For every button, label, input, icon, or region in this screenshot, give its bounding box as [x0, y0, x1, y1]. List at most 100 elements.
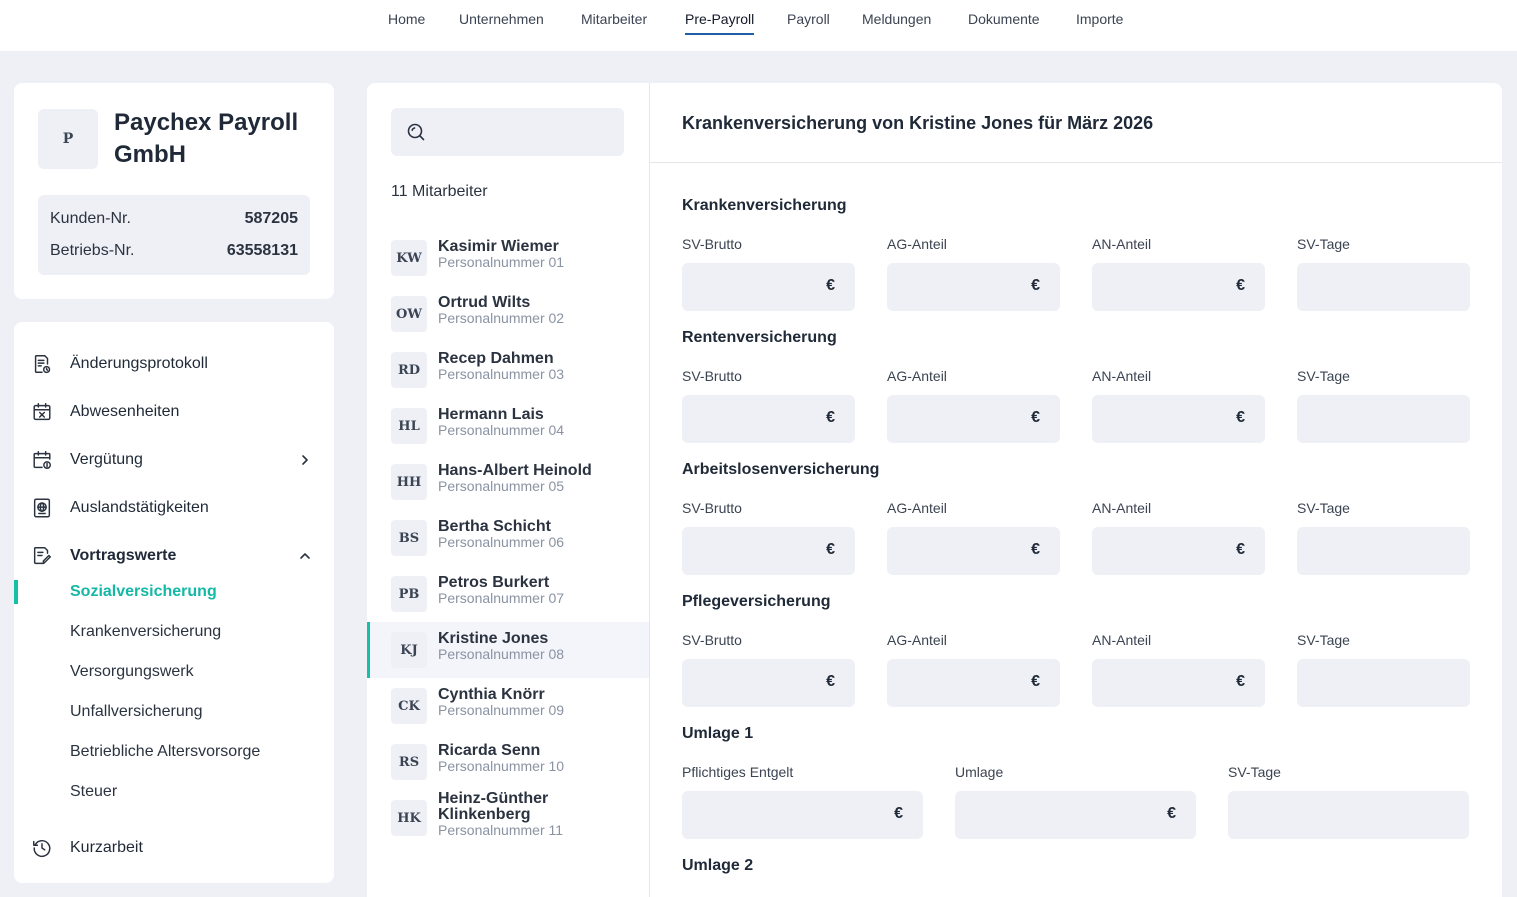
employee-avatar: HH	[391, 464, 427, 500]
submenu-label: Versorgungswerk	[70, 663, 194, 680]
submenu-sozialversicherung[interactable]: Sozialversicherung	[14, 576, 334, 608]
employee-search-input[interactable]	[391, 108, 624, 156]
field-label: SV-Tage	[1297, 632, 1350, 648]
field-label: AG-Anteil	[887, 500, 947, 516]
employee-row[interactable]: OW Ortrud Wilts Personalnummer 02	[367, 286, 649, 342]
field-label: AN-Anteil	[1092, 236, 1152, 252]
field-label: SV-Brutto	[682, 236, 742, 252]
employee-row[interactable]: RD Recep Dahmen Personalnummer 03	[367, 342, 649, 398]
field-label: AN-Anteil	[1092, 632, 1152, 648]
submenu-unfallversicherung[interactable]: Unfallversicherung	[14, 696, 334, 728]
euro-unit: €	[1031, 409, 1040, 426]
submenu-krankenversicherung[interactable]: Krankenversicherung	[14, 616, 334, 648]
employee-number: Personalnummer 09	[438, 702, 565, 718]
nav-payroll[interactable]: Payroll	[787, 11, 830, 33]
submenu-label: Krankenversicherung	[70, 623, 222, 640]
employee-name: Kasimir Wiemer	[438, 238, 559, 255]
submenu-betriebliche-altersvorsorge[interactable]: Betriebliche Altersvorsorge	[14, 736, 334, 768]
nav-mitarbeiter[interactable]: Mitarbeiter	[581, 11, 647, 33]
value-input[interactable]: €	[955, 791, 1196, 839]
value-input[interactable]: €	[1092, 263, 1265, 311]
nav-pre-payroll[interactable]: Pre-Payroll	[685, 11, 755, 35]
value-input[interactable]: €	[682, 791, 923, 839]
employee-name: Ricarda Senn	[438, 742, 541, 759]
employee-avatar: KJ	[391, 632, 427, 668]
value-input[interactable]: €	[887, 659, 1060, 707]
value-input[interactable]	[1297, 263, 1470, 311]
field-label: SV-Brutto	[682, 632, 742, 648]
nav-dokumente[interactable]: Dokumente	[968, 11, 1040, 33]
employee-name: Hermann Lais	[438, 406, 544, 423]
employee-number: Personalnummer 10	[438, 758, 565, 774]
field-label: AN-Anteil	[1092, 368, 1152, 384]
field-label: SV-Tage	[1297, 500, 1350, 516]
field-label: SV-Tage	[1297, 368, 1350, 384]
document-edit-icon	[33, 547, 51, 565]
employee-row[interactable]: RS Ricarda Senn Personalnummer 10	[367, 734, 649, 790]
employee-number: Personalnummer 08	[438, 646, 565, 662]
employee-row[interactable]: HH Hans-Albert Heinold Personalnummer 05	[367, 454, 649, 510]
employee-avatar: HK	[391, 800, 427, 836]
section-title: Pflegeversicherung	[682, 593, 831, 610]
value-input[interactable]: €	[682, 263, 855, 311]
clock-icon	[33, 839, 51, 857]
value-input[interactable]: €	[887, 527, 1060, 575]
menu-item-vortragswerte[interactable]: Vortragswerte	[14, 536, 334, 576]
employee-row[interactable]: KJ Kristine Jones Personalnummer 08	[367, 622, 649, 678]
value-input[interactable]: €	[887, 263, 1060, 311]
employee-list-panel: 11 Mitarbeiter KW Kasimir Wiemer Personaln…	[367, 83, 650, 897]
company-name: Paychex Payroll GmbH	[114, 109, 299, 168]
employee-number: Personalnummer 11	[438, 822, 564, 838]
employee-count: 11 Mitarbeiter	[391, 183, 488, 200]
company-logo: P	[38, 109, 98, 169]
section-title: Umlage 2	[682, 857, 754, 874]
menu-item-aenderungsprotokoll[interactable]: Änderungsprotokoll	[14, 344, 334, 384]
employee-name: Recep Dahmen	[438, 350, 554, 367]
menu-label: Abwesenheiten	[70, 403, 180, 420]
employee-name: Heinz-Günther Klinkenberg	[438, 790, 549, 823]
value-input[interactable]: €	[1092, 395, 1265, 443]
value-input[interactable]: €	[1092, 659, 1265, 707]
submenu-label: Betriebliche Altersvorsorge	[70, 743, 261, 760]
divider	[650, 162, 1502, 163]
employee-row[interactable]: PB Petros Burkert Personalnummer 07	[367, 566, 649, 622]
menu-item-auslandstaetigkeiten[interactable]: Auslandstätigkeiten	[14, 488, 334, 528]
value-input[interactable]	[1297, 527, 1470, 575]
value-input[interactable]: €	[887, 395, 1060, 443]
employee-number: Personalnummer 02	[438, 310, 565, 326]
employee-text: Kasimir Wiemer Personalnummer 01	[438, 239, 638, 270]
value-input[interactable]: €	[1092, 527, 1265, 575]
employee-name: Kristine Jones	[438, 630, 549, 647]
value-input[interactable]	[1228, 791, 1469, 839]
nav-importe[interactable]: Importe	[1076, 11, 1123, 33]
menu-item-abwesenheiten[interactable]: Abwesenheiten	[14, 392, 334, 432]
menu-item-kurzarbeit[interactable]: Kurzarbeit	[14, 828, 334, 868]
employee-number: Personalnummer 07	[438, 590, 565, 606]
menu-label: Kurzarbeit	[70, 839, 143, 856]
value-input[interactable]	[1297, 395, 1470, 443]
employee-row[interactable]: KW Kasimir Wiemer Personalnummer 01	[367, 230, 649, 286]
employee-row[interactable]: HL Hermann Lais Personalnummer 04	[367, 398, 649, 454]
nav-home[interactable]: Home	[388, 11, 425, 33]
value-input[interactable]	[1297, 659, 1470, 707]
employee-row[interactable]: BS Bertha Schicht Personalnummer 06	[367, 510, 649, 566]
nav-meldungen[interactable]: Meldungen	[862, 11, 931, 33]
employee-avatar: RD	[391, 352, 427, 388]
employee-avatar: PB	[391, 576, 427, 612]
main-panel: 11 Mitarbeiter KW Kasimir Wiemer Personaln…	[367, 83, 1502, 897]
value-input[interactable]: €	[682, 527, 855, 575]
nav-unternehmen[interactable]: Unternehmen	[459, 11, 544, 33]
submenu-versorgungswerk[interactable]: Versorgungswerk	[14, 656, 334, 688]
value-input[interactable]: €	[682, 395, 855, 443]
menu-label: Auslandstätigkeiten	[70, 499, 209, 516]
employee-avatar: OW	[391, 296, 427, 332]
employee-row[interactable]: CK Cynthia Knörr Personalnummer 09	[367, 678, 649, 734]
calendar-money-icon	[33, 451, 51, 469]
employee-row[interactable]: HK Heinz-Günther Klinkenberg Personalnumme…	[367, 790, 649, 846]
betriebs-nr-row: Betriebs-Nr. 63558131	[50, 235, 298, 267]
submenu-steuer[interactable]: Steuer	[14, 776, 334, 808]
menu-item-verguetung[interactable]: Vergütung	[14, 440, 334, 480]
euro-unit: €	[1236, 409, 1245, 426]
top-navigation: Home Unternehmen Mitarbeiter Pre-Payroll…	[0, 0, 1517, 51]
value-input[interactable]: €	[682, 659, 855, 707]
